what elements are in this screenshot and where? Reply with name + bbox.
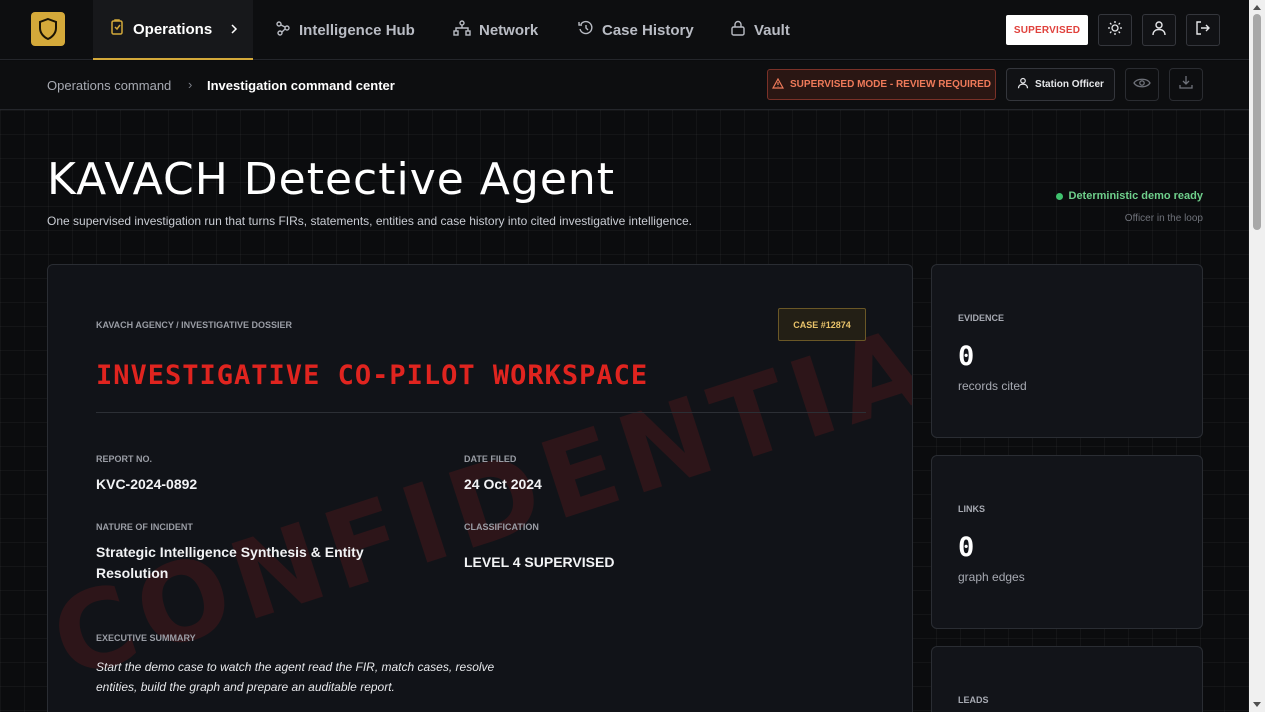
chevron-right-icon [230, 21, 238, 38]
scroll-up-arrow-icon[interactable] [1252, 3, 1262, 11]
stat-value: 0 [958, 341, 975, 372]
nav-item-operations[interactable]: Operations [93, 0, 253, 60]
scroll-down-arrow-icon[interactable] [1252, 701, 1262, 709]
logout-icon [1195, 20, 1211, 41]
warning-icon [771, 77, 785, 92]
status-dot-icon [1055, 192, 1063, 200]
download-button[interactable] [1169, 68, 1203, 101]
stat-card-links: LINKS 0 graph edges [931, 455, 1203, 629]
report-no-label: REPORT NO. [96, 454, 153, 464]
nodes-icon [275, 20, 291, 40]
nav-label: Network [479, 21, 539, 39]
nav-item-network[interactable]: Network [453, 0, 538, 60]
user-icon [1151, 20, 1167, 41]
stat-subtext: records cited [958, 379, 1027, 393]
classification-label: CLASSIFICATION [464, 522, 539, 532]
officer-in-loop-note: Officer in the loop [1124, 213, 1203, 224]
logout-button[interactable] [1186, 14, 1220, 46]
eye-icon [1133, 76, 1151, 94]
nav-item-intelligence-hub[interactable]: Intelligence Hub [275, 0, 415, 60]
stat-card-leads: LEADS [931, 646, 1203, 712]
dossier-card: CONFIDENTIAL KAVACH AGENCY / INVESTIGATI… [47, 264, 913, 712]
summary-label: EXECUTIVE SUMMARY [96, 633, 196, 643]
officer-role-button[interactable]: Station Officer [1006, 68, 1115, 101]
nav-item-case-history[interactable]: Case History [578, 0, 694, 60]
supervised-button[interactable]: SUPERVISED [1006, 15, 1088, 45]
user-icon [1017, 77, 1029, 92]
stat-value: 0 [958, 532, 975, 563]
shield-logo-icon[interactable] [31, 12, 65, 46]
classification-value: LEVEL 4 SUPERVISED [464, 554, 615, 570]
breadcrumb-bar: Operations command › Investigation comma… [0, 61, 1249, 110]
warning-text: SUPERVISED MODE - REVIEW REQUIRED [790, 79, 991, 90]
page-subtitle: One supervised investigation run that tu… [47, 214, 692, 228]
executive-summary: Start the demo case to watch the agent r… [96, 660, 495, 694]
breadcrumb-current: Investigation command center [207, 78, 395, 93]
scrollbar-thumb[interactable] [1253, 14, 1261, 230]
demo-status: Deterministic demo ready [1055, 190, 1204, 202]
download-icon [1178, 74, 1194, 95]
profile-button[interactable] [1142, 14, 1176, 46]
stat-card-evidence: EVIDENCE 0 records cited [931, 264, 1203, 438]
report-no-value: KVC-2024-0892 [96, 476, 198, 492]
divider [96, 412, 866, 413]
history-icon [578, 20, 594, 40]
stat-label: LINKS [958, 504, 985, 514]
nav-label: Vault [754, 21, 790, 39]
incident-label: NATURE OF INCIDENT [96, 522, 193, 532]
demo-status-text: Deterministic demo ready [1068, 190, 1204, 202]
stat-subtext: graph edges [958, 570, 1025, 584]
date-filed-value: 24 Oct 2024 [464, 476, 542, 492]
stat-label: LEADS [958, 695, 989, 705]
case-badge: CASE #12874 [778, 308, 866, 341]
nav-label: Operations [133, 20, 213, 38]
network-icon [453, 20, 471, 40]
nav-label: Intelligence Hub [299, 21, 415, 39]
breadcrumb-root[interactable]: Operations command [47, 78, 171, 93]
officer-label: Station Officer [1035, 79, 1104, 90]
lock-icon [730, 20, 746, 40]
supervised-warning-badge: SUPERVISED MODE - REVIEW REQUIRED [767, 69, 996, 100]
clipboard-icon [109, 19, 125, 39]
sun-icon [1107, 20, 1123, 41]
date-filed-label: DATE FILED [464, 454, 517, 464]
view-button[interactable] [1125, 68, 1159, 101]
top-navigation: Operations Intelligence Hub Network Case… [0, 0, 1249, 60]
stat-label: EVIDENCE [958, 313, 1005, 323]
chevron-right-icon: › [188, 77, 193, 92]
dossier-agency: KAVACH AGENCY / INVESTIGATIVE DOSSIER [96, 320, 293, 330]
workspace-title: INVESTIGATIVE CO-PILOT WORKSPACE [96, 360, 649, 391]
incident-value: Strategic Intelligence Synthesis & Entit… [96, 544, 364, 581]
theme-toggle-button[interactable] [1098, 14, 1132, 46]
page-title: KAVACH Detective Agent [47, 154, 616, 205]
nav-item-vault[interactable]: Vault [730, 0, 790, 60]
nav-label: Case History [602, 21, 694, 39]
